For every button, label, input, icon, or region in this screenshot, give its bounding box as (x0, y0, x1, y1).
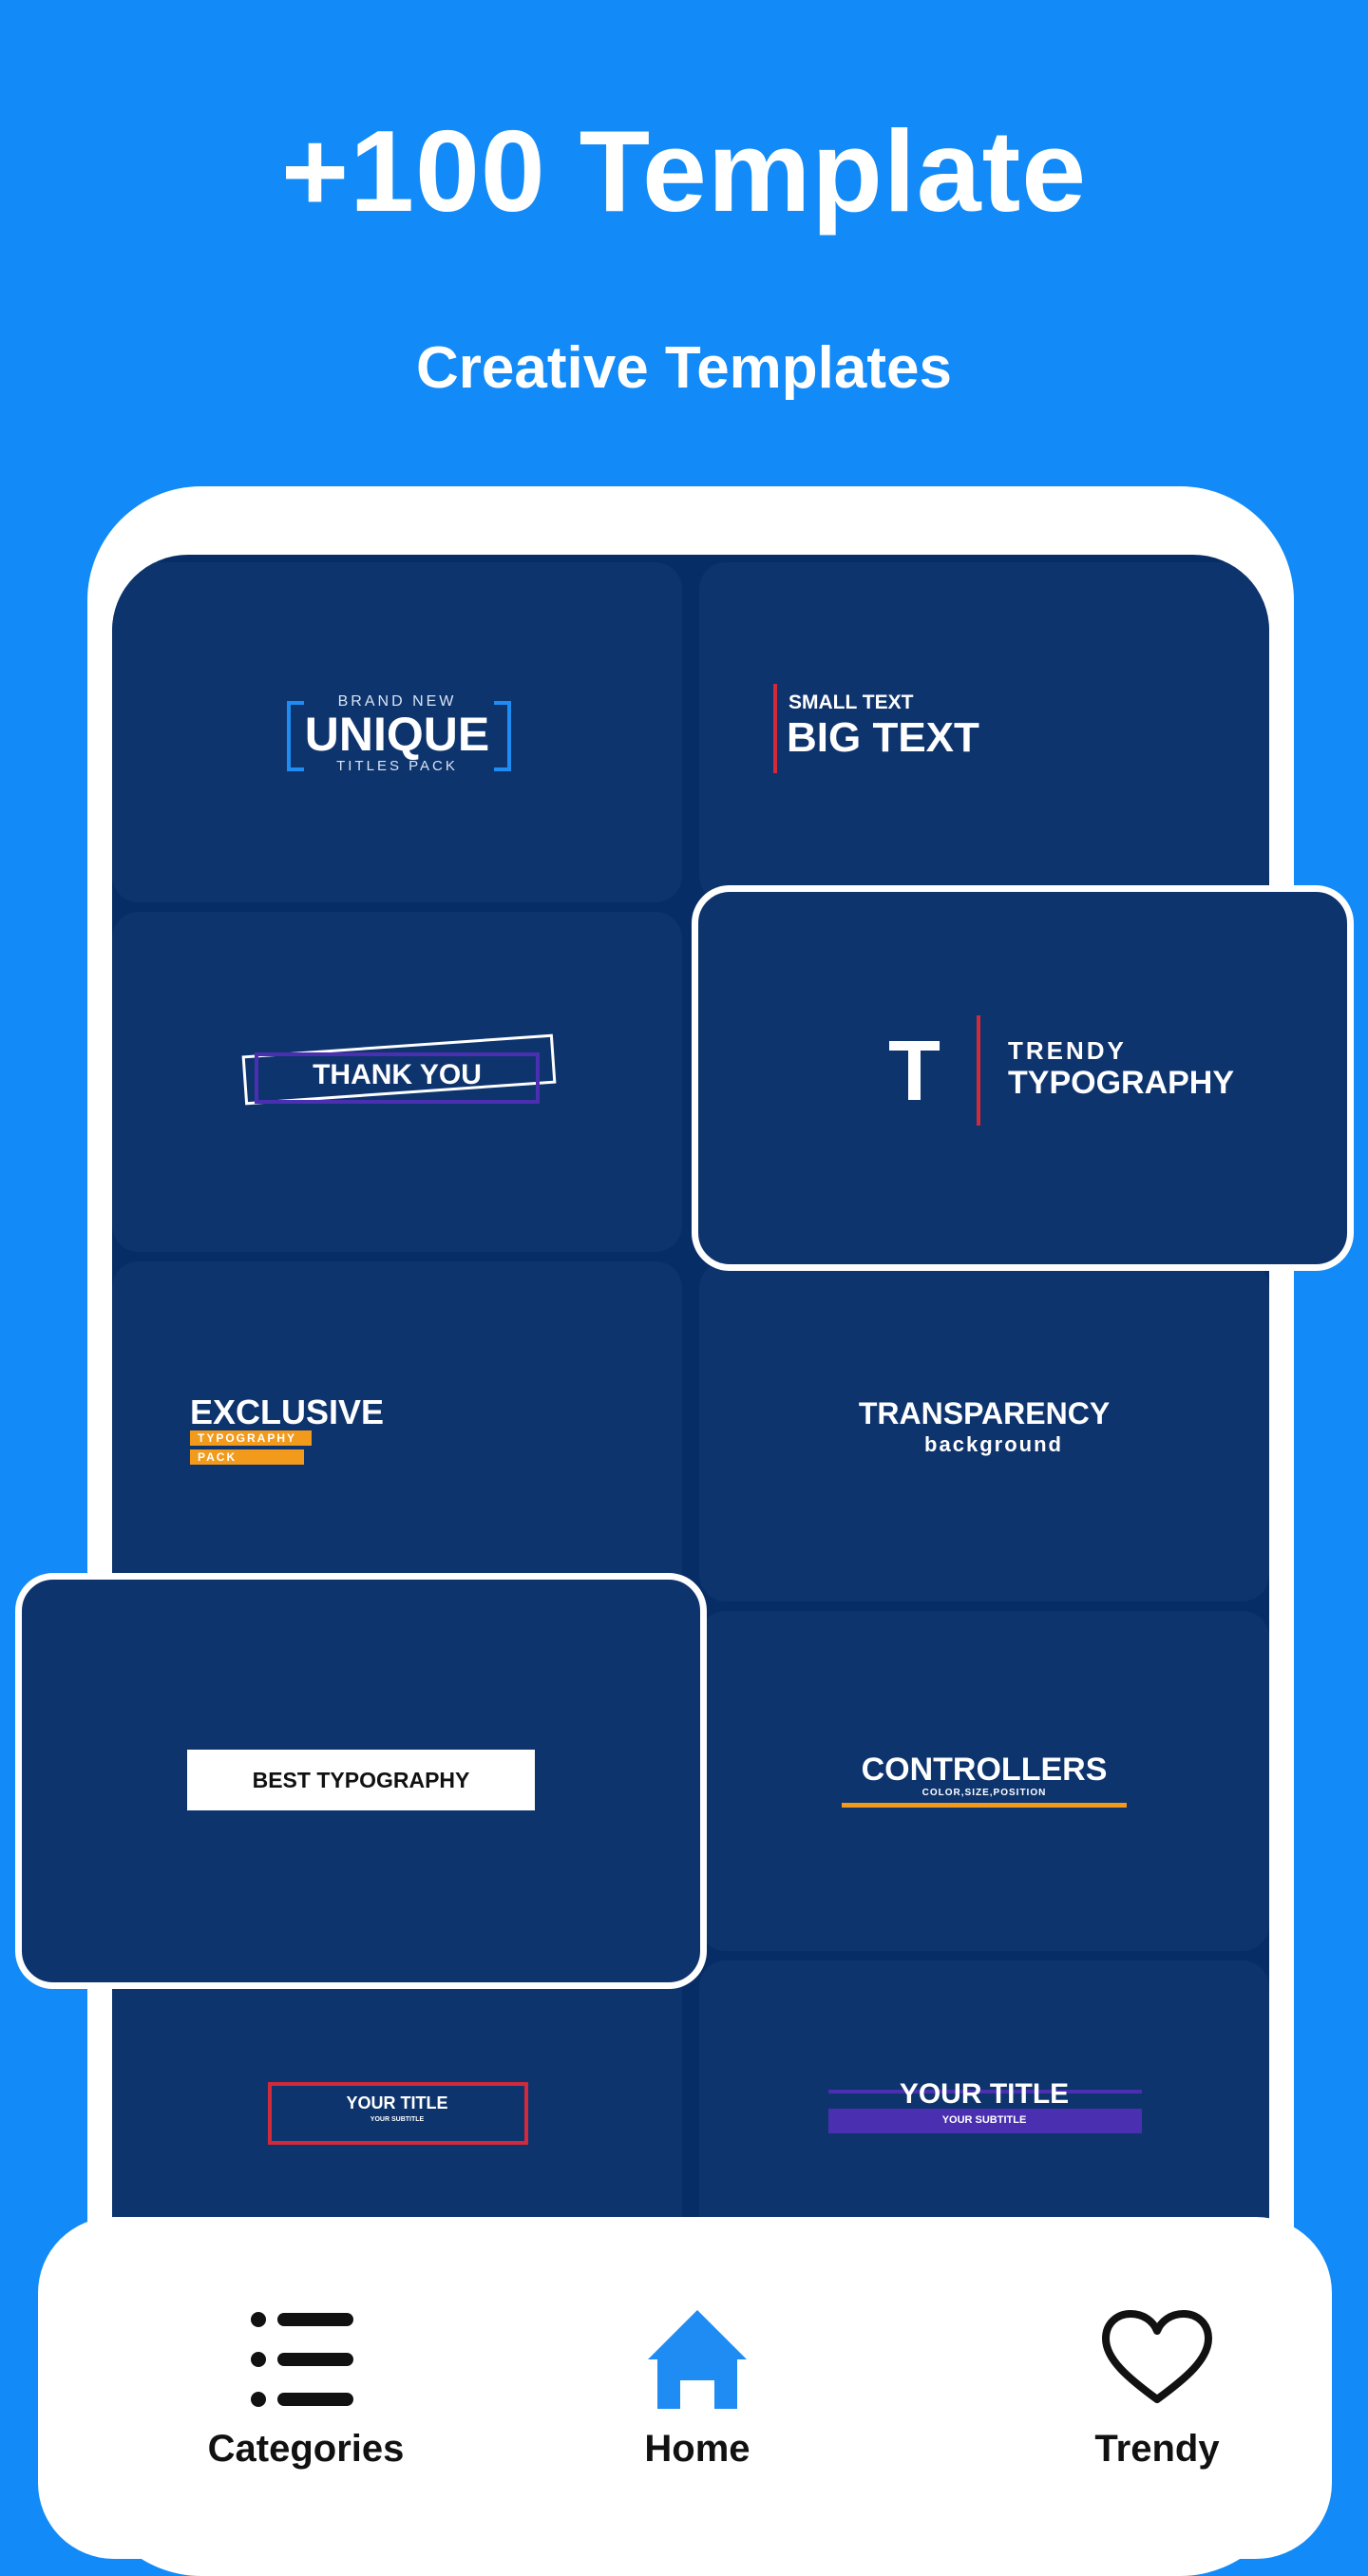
page-title: +100 Template (280, 106, 1088, 236)
big-text-label: BIG TEXT (787, 714, 979, 761)
red-bar (773, 684, 777, 773)
exclusive-main-text: EXCLUSIVE (190, 1392, 385, 1431)
bottom-navigation: Categories Home Trendy (38, 2217, 1332, 2559)
page-subtitle: Creative Templates (416, 335, 952, 401)
nav-item-home[interactable]: Home (526, 2217, 868, 2517)
template-card-transparency[interactable]: TRANSPARENCY background (699, 1261, 1269, 1601)
small-text-label: SMALL TEXT (788, 691, 914, 713)
red-frame (268, 2082, 528, 2145)
best-typography-label: BEST TYPOGRAPHY (252, 1768, 470, 1792)
your-title-main-1: YOUR TITLE (346, 2093, 448, 2112)
exclusive-tag-1: TYPOGRAPHY (190, 1430, 312, 1446)
nav-label-home: Home (644, 2428, 750, 2470)
unique-main-text: UNIQUE (304, 708, 490, 761)
heart-icon (1102, 2310, 1212, 2403)
template-card-thank-you[interactable]: THANK YOU (112, 912, 682, 1252)
template-card-exclusive[interactable]: EXCLUSIVE TYPOGRAPHY PACK (112, 1261, 682, 1601)
template-card-trendy-highlighted[interactable]: T TRENDY TYPOGRAPHY (692, 885, 1354, 1271)
controllers-main-text: CONTROLLERS (861, 1752, 1108, 1788)
trendy-letter: T (888, 1024, 940, 1119)
template-card-best-highlighted[interactable]: BEST TYPOGRAPHY (15, 1573, 707, 1989)
orange-underline (842, 1803, 1127, 1808)
trendy-line-2: TYPOGRAPHY (1008, 1065, 1235, 1101)
list-icon (251, 2312, 353, 2407)
your-title-main-2: YOUR TITLE (899, 2078, 1070, 2110)
template-card-big-text[interactable]: SMALL TEXT BIG TEXT (699, 562, 1269, 902)
controllers-sub-text: COLOR,SIZE,POSITION (922, 1788, 1047, 1798)
trendy-line-1: TRENDY (1008, 1036, 1127, 1065)
nav-label-trendy: Trendy (1094, 2428, 1220, 2470)
unique-bottom-text: TITLES PACK (336, 758, 458, 774)
template-card-controllers[interactable]: CONTROLLERS COLOR,SIZE,POSITION (699, 1611, 1269, 1951)
your-title-sub-1: YOUR SUBTITLE (370, 2116, 425, 2123)
red-divider (977, 1015, 980, 1126)
thank-you-label: THANK YOU (313, 1059, 482, 1090)
exclusive-tag-2: PACK (190, 1449, 304, 1465)
transparency-main-text: TRANSPARENCY (858, 1396, 1111, 1430)
your-title-sub-2: YOUR SUBTITLE (941, 2114, 1027, 2126)
nav-label-categories: Categories (207, 2428, 405, 2470)
nav-item-trendy[interactable]: Trendy (986, 2217, 1328, 2517)
template-card-unique[interactable]: BRAND NEW UNIQUE TITLES PACK (112, 562, 682, 902)
nav-item-categories[interactable]: Categories (135, 2217, 477, 2517)
transparency-sub-text: background (924, 1432, 1063, 1456)
home-icon (648, 2310, 747, 2409)
